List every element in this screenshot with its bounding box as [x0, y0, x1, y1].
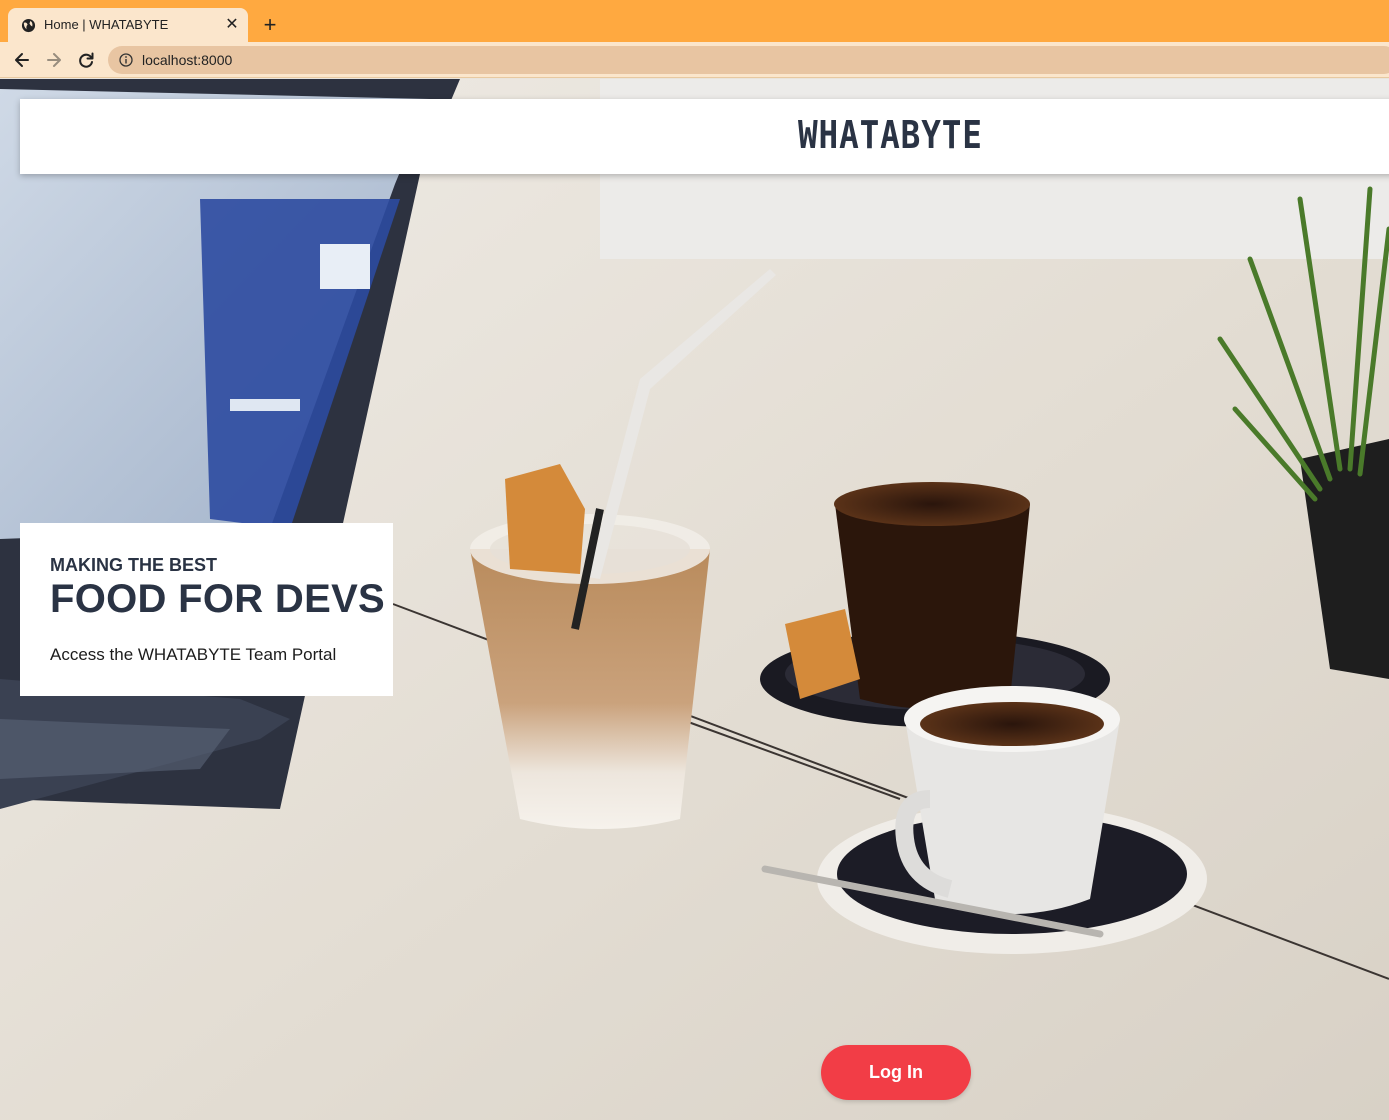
- info-icon[interactable]: [119, 53, 133, 67]
- web-page: WHATABYTE MAKING THE BEST FOOD FOR DEVS …: [0, 79, 1389, 1120]
- arrow-left-icon[interactable]: [12, 50, 32, 70]
- browser-tab-bar: Home | WHATABYTE ✕ +: [0, 0, 1389, 42]
- globe-icon: [21, 18, 36, 33]
- tab-title: Home | WHATABYTE: [44, 17, 169, 32]
- close-tab-icon[interactable]: ✕: [224, 17, 240, 33]
- arrow-right-icon[interactable]: [44, 50, 64, 70]
- url-text: localhost:8000: [142, 52, 233, 68]
- promo-card: MAKING THE BEST FOOD FOR DEVS Access the…: [20, 523, 393, 696]
- new-tab-button[interactable]: +: [260, 14, 280, 36]
- address-bar[interactable]: localhost:8000: [108, 46, 1389, 74]
- browser-toolbar: localhost:8000: [0, 42, 1389, 78]
- login-button[interactable]: Log In: [821, 1045, 971, 1100]
- promo-description: Access the WHATABYTE Team Portal: [50, 645, 337, 664]
- reload-icon[interactable]: [76, 50, 96, 70]
- site-brand[interactable]: WHATABYTE: [798, 113, 983, 157]
- site-header: WHATABYTE: [20, 99, 1389, 174]
- promo-kicker: MAKING THE BEST: [50, 555, 218, 575]
- promo-title: FOOD FOR DEVS: [50, 577, 386, 621]
- browser-tab[interactable]: Home | WHATABYTE ✕: [8, 8, 248, 42]
